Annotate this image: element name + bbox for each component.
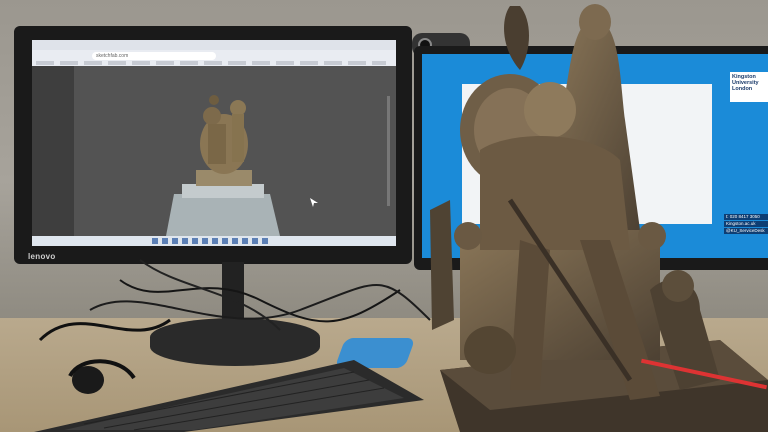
viewer-sidebar xyxy=(32,66,74,236)
statue-model-render xyxy=(166,95,280,236)
browser-address-bar: sketchfab.com xyxy=(92,52,216,60)
bookmarks-bar xyxy=(36,61,386,65)
browser-toolbar: sketchfab.com xyxy=(32,40,396,66)
keyboard-icon xyxy=(34,360,424,432)
browser-tabs xyxy=(32,40,396,50)
taskbar-icons xyxy=(152,238,272,244)
bronze-statue xyxy=(430,4,768,432)
3d-model-viewer xyxy=(74,66,396,236)
zoom-slider[interactable] xyxy=(387,96,390,206)
cursor-icon xyxy=(310,198,318,207)
windows-taskbar xyxy=(32,236,396,246)
left-monitor: sketchfab.com lenovo xyxy=(14,26,412,264)
left-monitor-screen: sketchfab.com xyxy=(32,40,396,246)
